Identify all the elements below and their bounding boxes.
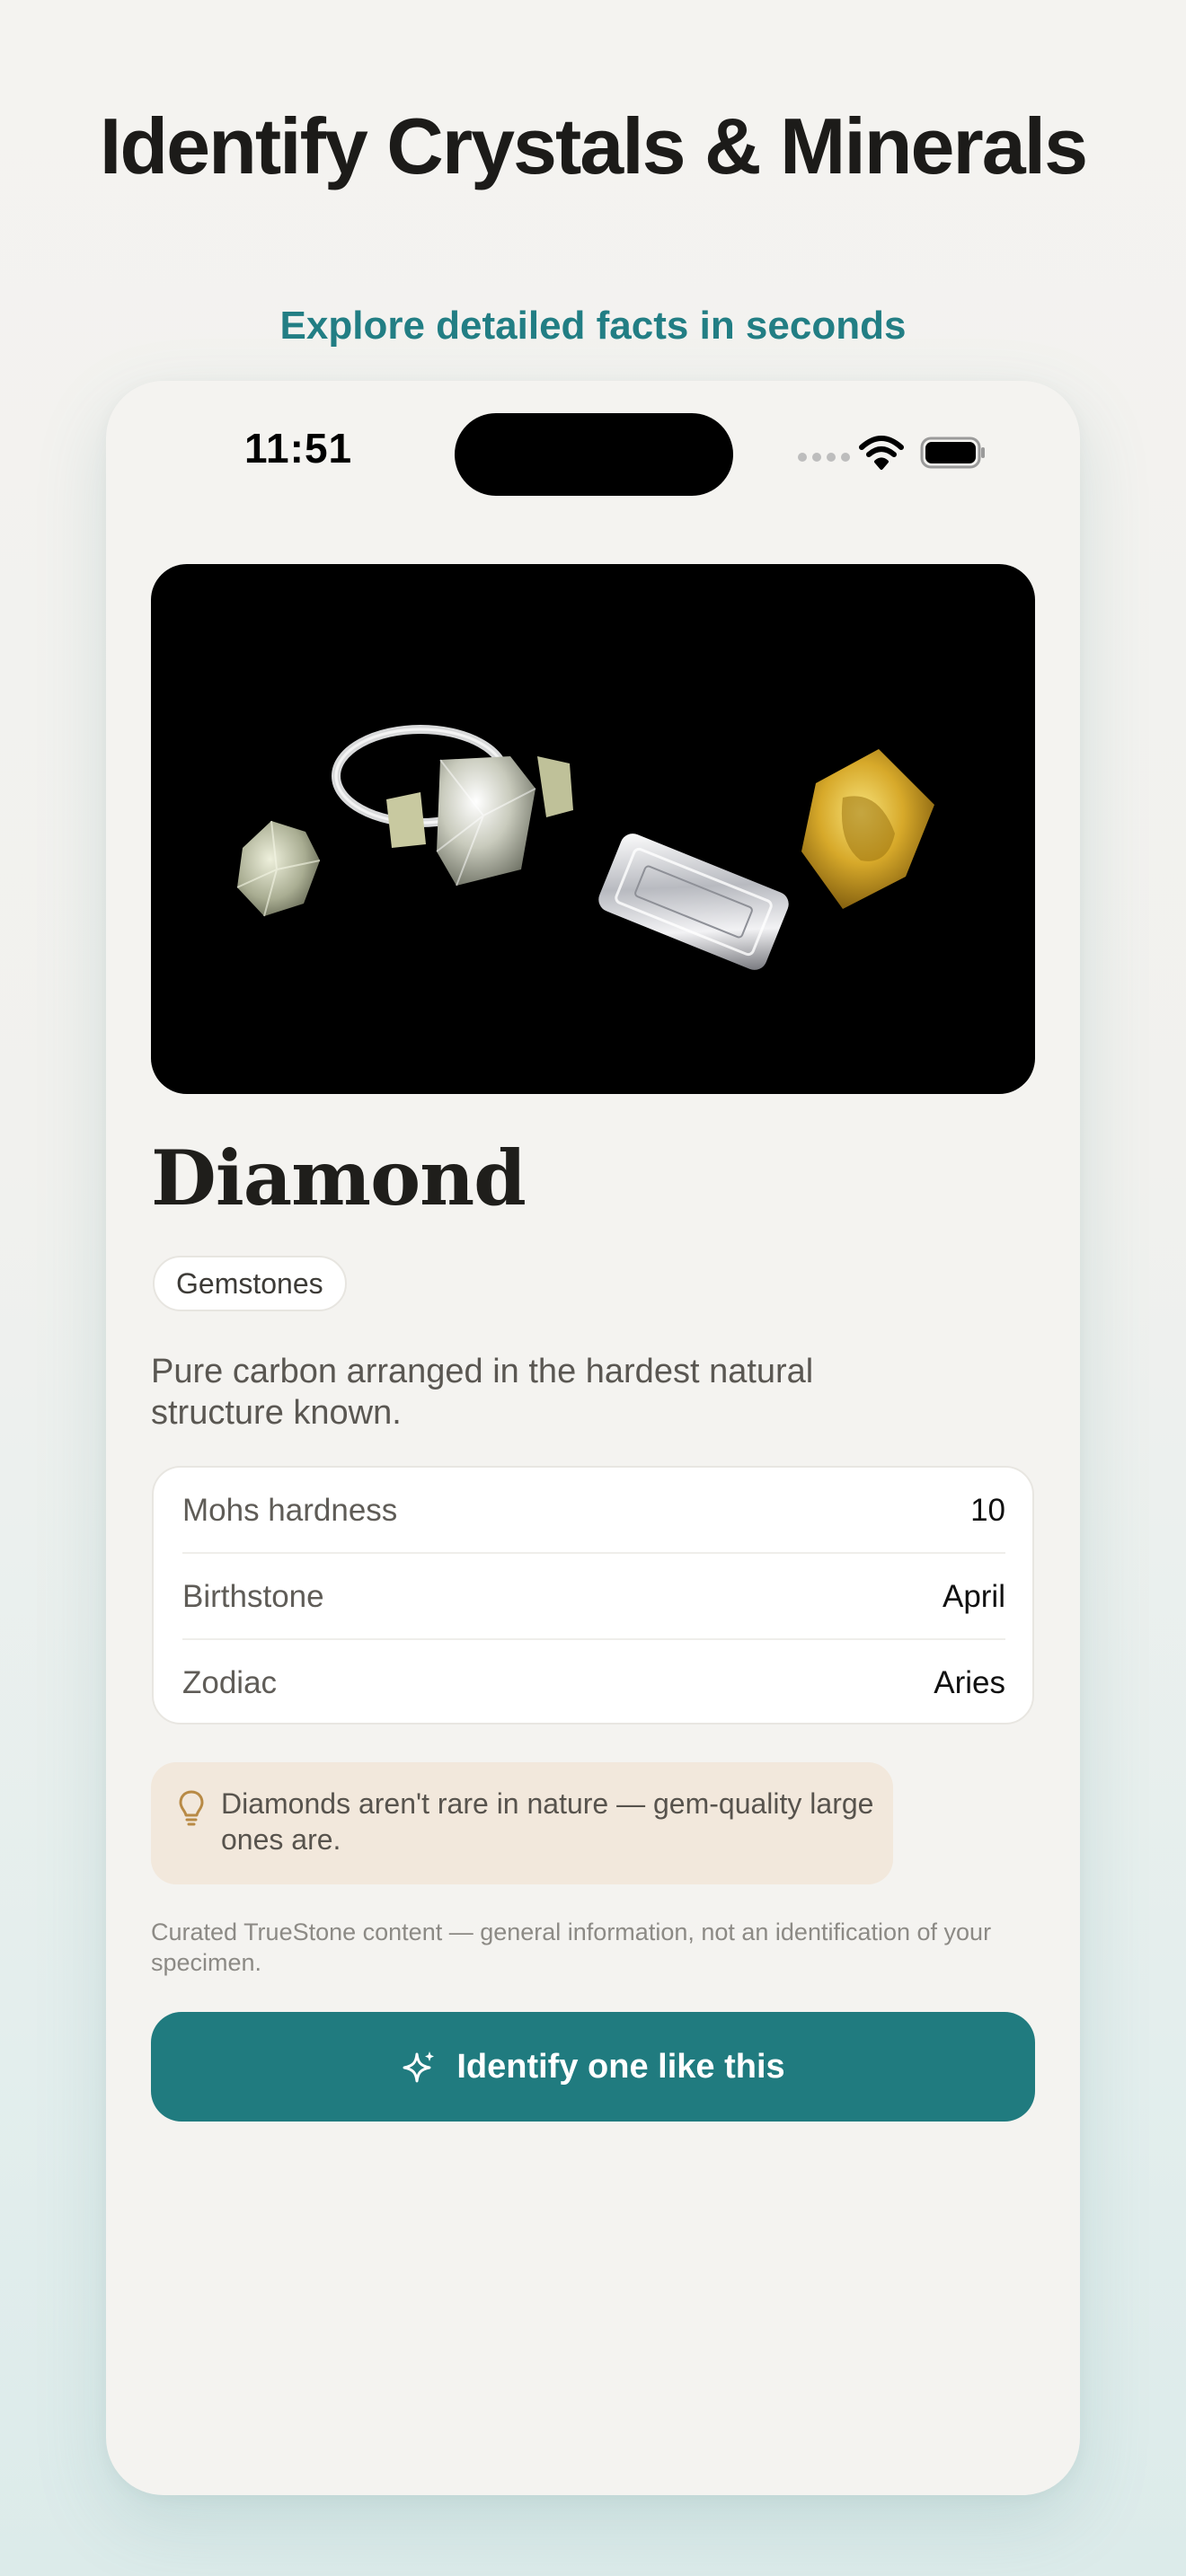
mineral-description: Pure carbon arranged in the hardest natu…: [151, 1353, 814, 1432]
fact-label: Zodiac: [182, 1665, 278, 1700]
cellular-signal-icon: [798, 453, 850, 462]
battery-icon: [920, 437, 985, 469]
facts-table: Mohs hardness 10 Birthstone April Zodiac…: [152, 1466, 1034, 1725]
promo-headline: Identify Crystals & Minerals: [99, 101, 1088, 190]
fun-fact-text: Diamonds aren't rare in nature — gem-qua…: [221, 1787, 874, 1856]
fact-value: 10: [970, 1493, 1005, 1528]
lightbulb-icon: [179, 1790, 204, 1826]
fact-row-hardness: Mohs hardness 10: [182, 1468, 1005, 1554]
identify-button-label: Identify one like this: [456, 2047, 785, 2086]
fun-fact-callout: Diamonds aren't rare in nature — gem-qua…: [151, 1762, 893, 1884]
dynamic-island: [455, 413, 733, 496]
identify-button[interactable]: Identify one like this: [151, 2012, 1035, 2122]
fact-row-zodiac: Zodiac Aries: [182, 1640, 1005, 1726]
sparkle-icon: [403, 2051, 435, 2083]
category-chip[interactable]: Gemstones: [153, 1256, 347, 1311]
wifi-icon: [859, 436, 904, 470]
fact-value: April: [942, 1579, 1005, 1614]
mineral-photo: [151, 564, 1035, 1094]
promo-subhead: Explore detailed facts in seconds: [279, 304, 907, 348]
content-disclaimer: Curated TrueStone content — general info…: [151, 1919, 992, 1976]
status-time: 11:51: [244, 425, 353, 472]
fact-row-birthstone: Birthstone April: [182, 1554, 1005, 1640]
fact-value: Aries: [934, 1665, 1005, 1700]
phone-frame: 11:51 Diamond Gemstones Pure carbon arra…: [106, 381, 1080, 2495]
mineral-name: Diamond: [151, 1134, 527, 1222]
fact-label: Mohs hardness: [182, 1493, 398, 1528]
fact-label: Birthstone: [182, 1579, 324, 1614]
